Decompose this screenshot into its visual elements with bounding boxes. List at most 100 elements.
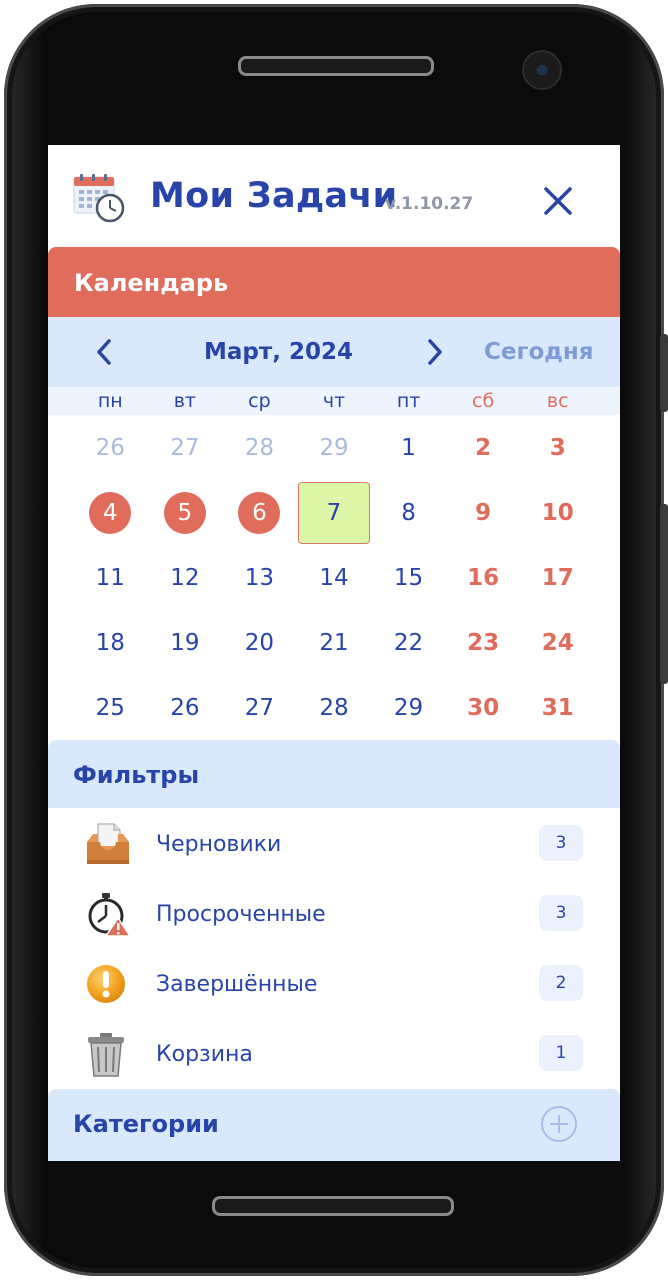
calendar-day-number: 27: [170, 434, 200, 461]
calendar-day-number: 28: [319, 694, 349, 721]
calendar-day[interactable]: 6: [222, 480, 297, 545]
filter-item-overdue[interactable]: Просроченные 3: [48, 878, 620, 948]
filter-item-drafts[interactable]: Черновики 3: [48, 808, 620, 878]
weekday-label: чт: [322, 390, 346, 412]
calendar-day-number: 2: [475, 434, 492, 461]
app-title: Мои Задачи: [150, 176, 398, 216]
calendar-day[interactable]: 30: [446, 675, 521, 740]
filter-count-badge: 2: [539, 965, 583, 1001]
categories-section-header[interactable]: Категории: [48, 1089, 620, 1161]
calendar-day-number: 23: [467, 629, 500, 656]
volume-button: [660, 334, 668, 412]
calendar-day[interactable]: 19: [148, 610, 223, 675]
trash-can-icon: [88, 1033, 124, 1077]
calendar-day[interactable]: 23: [446, 610, 521, 675]
chevron-left-icon[interactable]: [90, 336, 118, 368]
weekday-label: сб: [472, 390, 495, 412]
calendar-day[interactable]: 29: [371, 675, 446, 740]
calendar-day-number: 24: [541, 629, 574, 656]
calendar-day[interactable]: 9: [446, 480, 521, 545]
calendar-day[interactable]: 26: [148, 675, 223, 740]
calendar-day-today[interactable]: 7: [297, 480, 372, 545]
weekday-label: пт: [396, 390, 421, 412]
calendar-day[interactable]: 10: [520, 480, 595, 545]
app-header: Мои Задачи v.1.10.27: [48, 145, 620, 247]
calendar-day-number: 27: [244, 694, 275, 721]
calendar-day-number: 28: [244, 434, 275, 461]
calendar-day[interactable]: 29: [297, 415, 372, 480]
calendar-day[interactable]: 27: [148, 415, 223, 480]
close-icon[interactable]: [538, 181, 578, 221]
weekday-header-row: пн вт ср чт пт сб вс: [48, 387, 620, 415]
exclamation-circle-icon: [87, 965, 125, 1003]
calendar-day-number: 22: [393, 629, 424, 656]
plus-circle-icon[interactable]: [540, 1105, 578, 1143]
calendar-day-number: 19: [170, 629, 200, 656]
calendar-day[interactable]: 5: [148, 480, 223, 545]
filter-item-completed[interactable]: Завершённые 2: [48, 948, 620, 1018]
app-screen: Мои Задачи v.1.10.27 Календарь Март, 202…: [48, 145, 620, 1161]
calendar-day[interactable]: 20: [222, 610, 297, 675]
calendar-day[interactable]: 18: [73, 610, 148, 675]
inbox-tray-icon: [87, 823, 129, 864]
stopwatch-warning-icon: [88, 893, 132, 937]
weekday-label: вт: [173, 390, 196, 412]
calendar-day-number: 13: [244, 564, 275, 591]
filter-label: Завершённые: [156, 972, 318, 997]
calendar-day[interactable]: 17: [520, 545, 595, 610]
calendar-day[interactable]: 8: [371, 480, 446, 545]
calendar-section-header[interactable]: Календарь: [48, 247, 620, 317]
filters-section-label: Фильтры: [73, 761, 200, 789]
calendar-day[interactable]: 1: [371, 415, 446, 480]
filter-label: Просроченные: [156, 902, 326, 927]
calendar-day-number: 21: [319, 629, 349, 656]
calendar-day-number: 31: [541, 694, 574, 721]
calendar-day-number: 5: [177, 499, 193, 526]
calendar-day-number: 3: [549, 434, 566, 461]
calendar-days-grid: 26 27 28 29 1 2 3 4 5 6 7 8 9 10 11 12 13 14 15 16 17 18 19 20 2…: [48, 415, 620, 740]
calendar-day[interactable]: 28: [222, 415, 297, 480]
calendar-day-number: 26: [95, 434, 125, 461]
calendar-day-number: 7: [326, 499, 342, 526]
calendar-day[interactable]: 15: [371, 545, 446, 610]
calendar-day[interactable]: 16: [446, 545, 521, 610]
calendar-day[interactable]: 12: [148, 545, 223, 610]
calendar-day[interactable]: 31: [520, 675, 595, 740]
calendar-day-number: 29: [319, 434, 349, 461]
calendar-day-number: 30: [467, 694, 500, 721]
calendar-day-number: 15: [393, 564, 424, 591]
calendar-day[interactable]: 21: [297, 610, 372, 675]
today-button[interactable]: Сегодня: [484, 339, 594, 365]
filter-count-badge: 1: [539, 1035, 583, 1071]
calendar-day-number: 14: [319, 564, 349, 591]
weekday-label: вс: [546, 390, 569, 412]
filter-label: Черновики: [156, 832, 282, 857]
calendar-day[interactable]: 24: [520, 610, 595, 675]
calendar-day[interactable]: 3: [520, 415, 595, 480]
filter-item-trash[interactable]: Корзина 1: [48, 1018, 620, 1088]
calendar-day-number: 29: [393, 694, 424, 721]
calendar-day-number: 16: [467, 564, 500, 591]
calendar-day-number: 20: [244, 629, 275, 656]
calendar-day[interactable]: 4: [73, 480, 148, 545]
calendar-navigation: Март, 2024 Сегодня: [48, 317, 620, 387]
calendar-day[interactable]: 2: [446, 415, 521, 480]
weekday-label: пн: [97, 390, 123, 412]
calendar-day[interactable]: 14: [297, 545, 372, 610]
calendar-day-number: 1: [401, 434, 416, 461]
calendar-day[interactable]: 28: [297, 675, 372, 740]
weekday-label: ср: [248, 390, 271, 412]
front-camera: [522, 50, 562, 90]
calendar-day-number: 17: [541, 564, 574, 591]
calendar-day[interactable]: 13: [222, 545, 297, 610]
chevron-right-icon[interactable]: [421, 336, 449, 368]
filters-section-header[interactable]: Фильтры: [48, 740, 620, 808]
calendar-day-number: 9: [475, 499, 492, 526]
calendar-clock-icon: [73, 174, 125, 223]
calendar-day[interactable]: 26: [73, 415, 148, 480]
calendar-day-number: 18: [95, 629, 125, 656]
calendar-day[interactable]: 25: [73, 675, 148, 740]
calendar-day[interactable]: 27: [222, 675, 297, 740]
calendar-day[interactable]: 22: [371, 610, 446, 675]
calendar-day[interactable]: 11: [73, 545, 148, 610]
